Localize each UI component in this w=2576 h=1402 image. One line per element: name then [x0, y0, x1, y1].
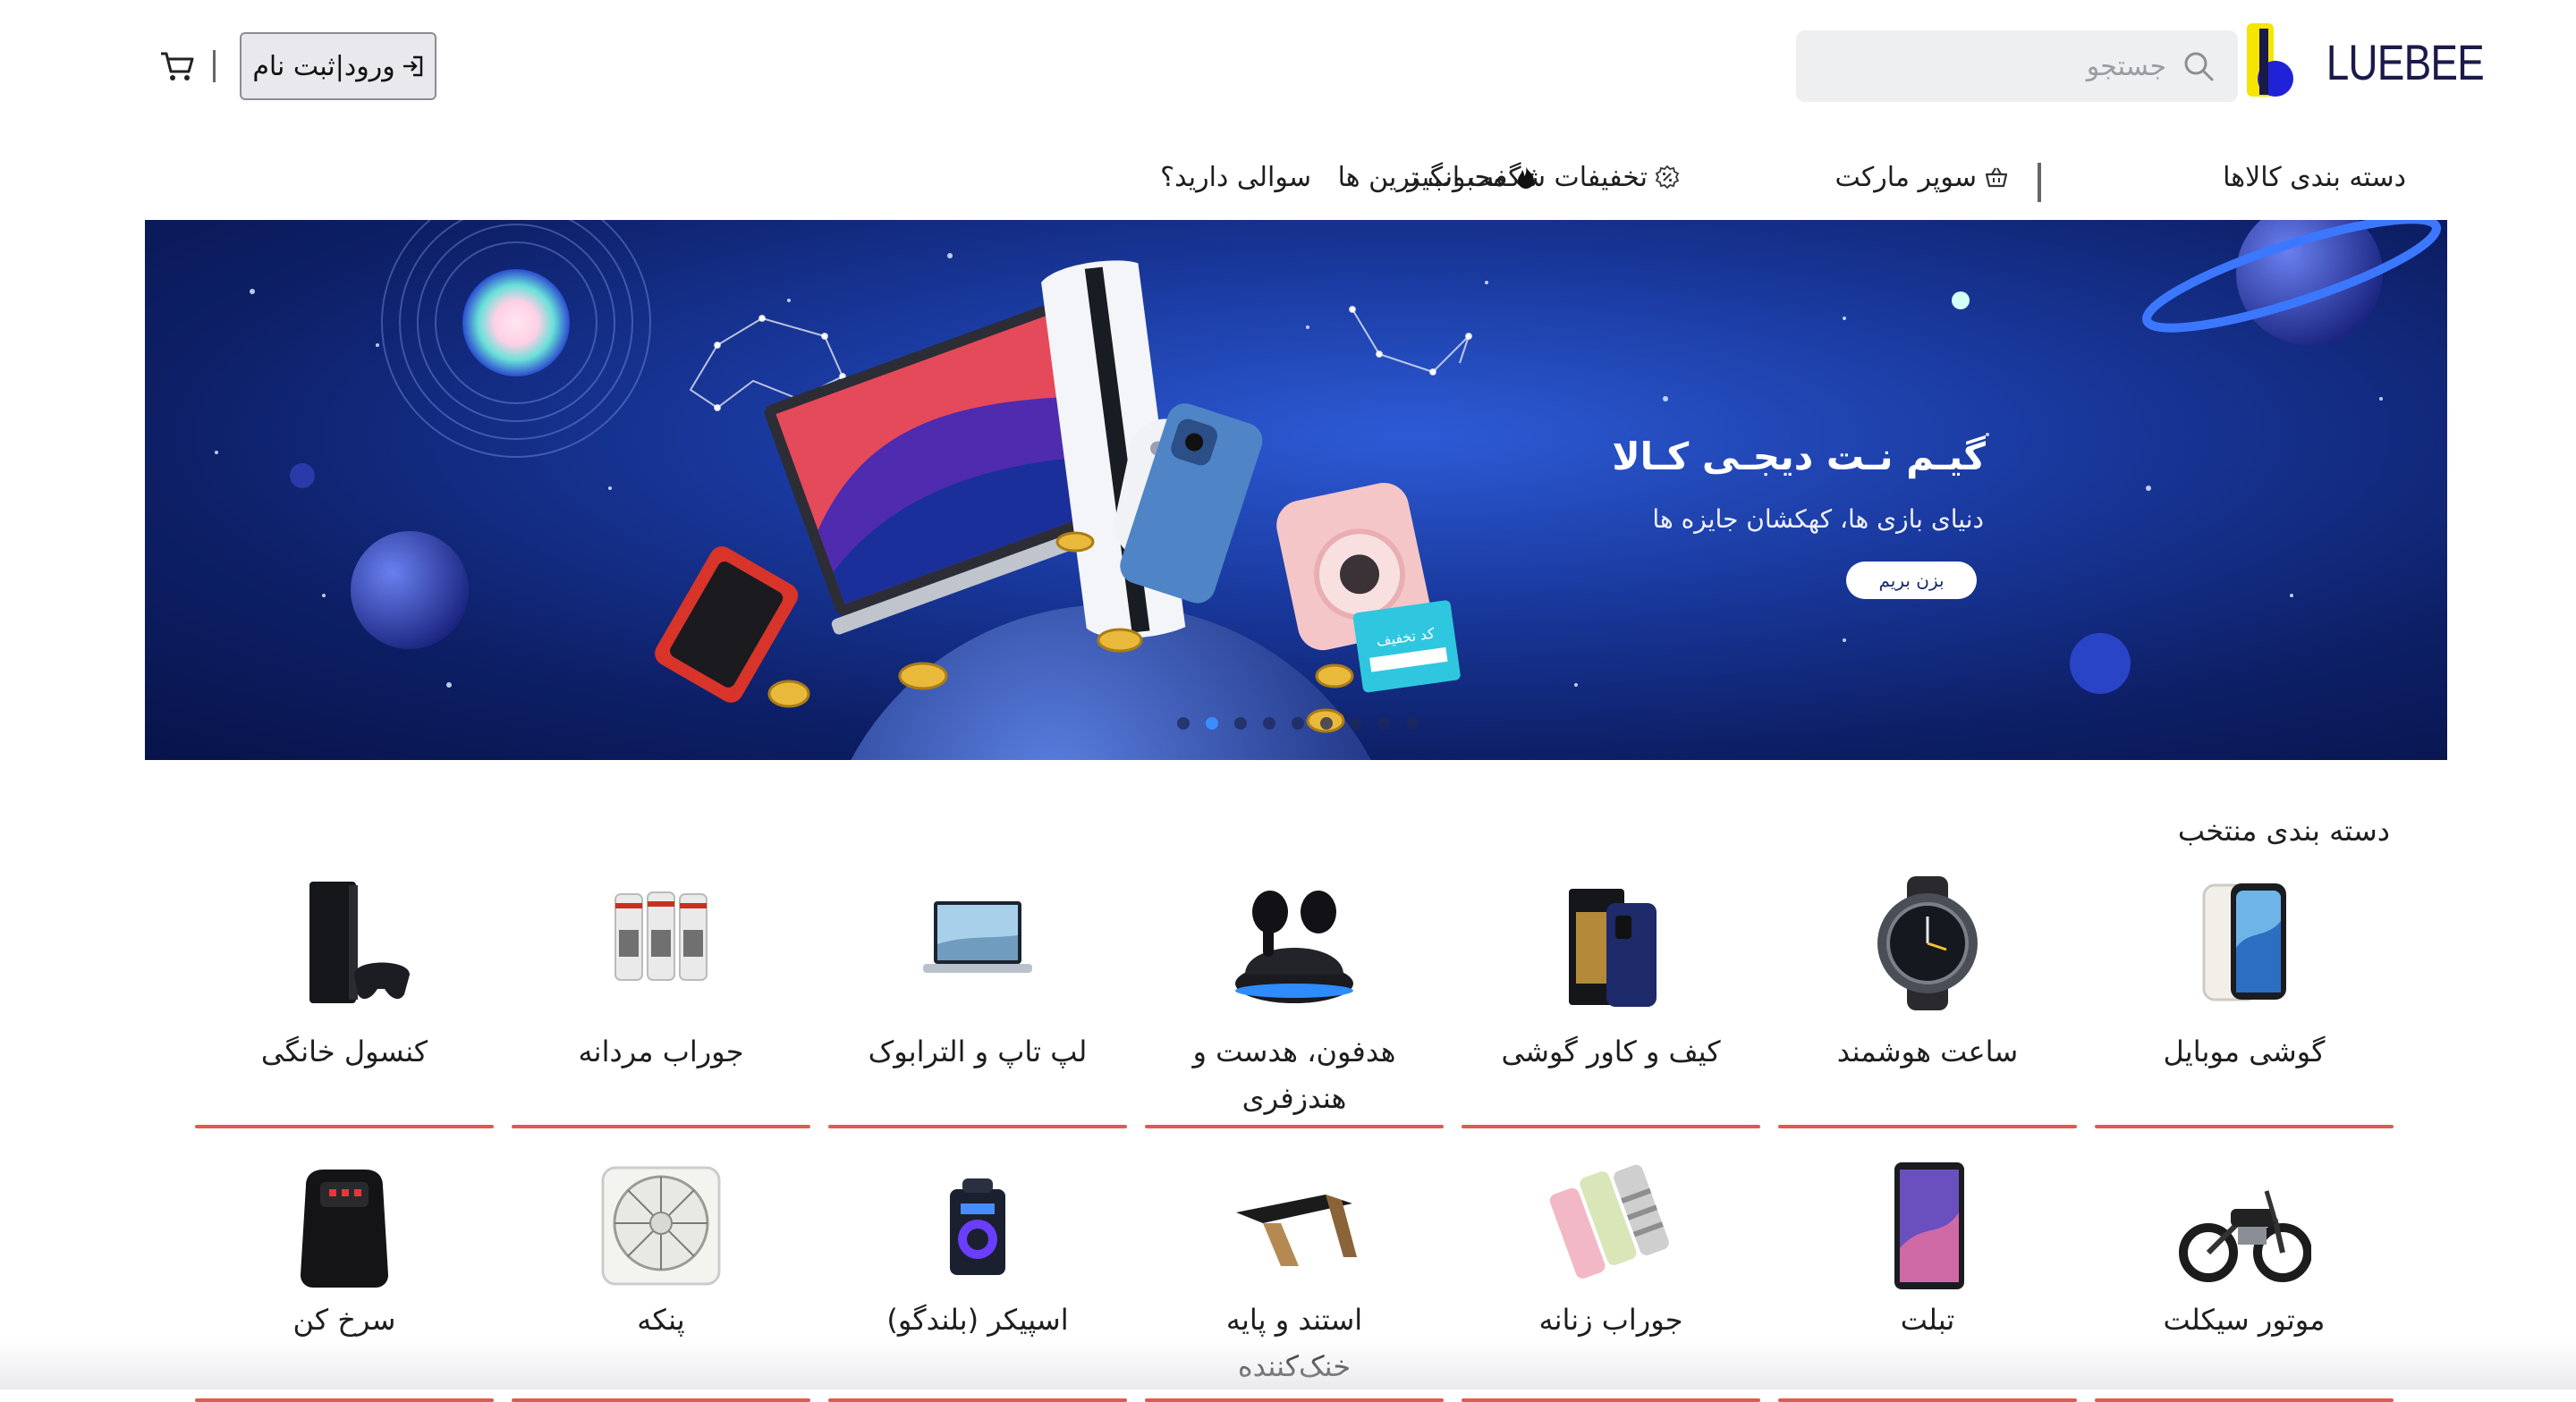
category-label: کیف و کاور گوشی	[1501, 1035, 1721, 1068]
header-divider	[213, 50, 216, 82]
carousel-dot[interactable]	[1177, 717, 1190, 730]
category-underline	[828, 1398, 1127, 1402]
category-underline	[1462, 1125, 1760, 1128]
nav-question-label: سوالی دارید؟	[1160, 161, 1311, 193]
phone-case-icon	[1569, 889, 1657, 1007]
game-console-icon	[309, 882, 410, 1003]
category-underline	[512, 1125, 810, 1128]
basket-icon	[1985, 167, 2008, 188]
carousel-dot[interactable]	[1349, 717, 1361, 730]
earbuds-icon	[1235, 891, 1353, 1003]
nav-popular-label: محبوب ترین ها	[1337, 161, 1506, 193]
category-underline	[1778, 1398, 2077, 1402]
search-icon	[2184, 52, 2214, 81]
cart-icon[interactable]	[159, 50, 195, 82]
category-underline	[1145, 1125, 1444, 1128]
nav-supermarket[interactable]: سوپر مارکت	[1835, 148, 2009, 206]
carousel-dot[interactable]	[1320, 717, 1333, 730]
discount-badge-icon	[1655, 165, 1680, 190]
login-register-label: ورود|ثبت نام	[252, 50, 395, 82]
carousel-dot[interactable]	[1377, 717, 1390, 730]
nav-question[interactable]: سوالی دارید؟	[1160, 148, 1311, 206]
category-underline	[195, 1125, 494, 1128]
login-icon	[402, 55, 422, 77]
mens-socks-icon	[614, 891, 708, 981]
search-box[interactable]	[1796, 30, 2238, 102]
site-header: LUEBEE ورود|ثبت نام	[0, 0, 2576, 134]
mobile-phone-icon	[2202, 883, 2286, 1001]
nav-supermarket-label: سوپر مارکت	[1835, 161, 1977, 193]
category-underline	[828, 1125, 1127, 1128]
nav-popular[interactable]: محبوب ترین ها	[1338, 148, 1538, 206]
carousel-dot[interactable]	[1292, 717, 1304, 730]
fan-icon	[601, 1166, 721, 1286]
carousel-dots	[1177, 717, 1419, 730]
carousel-dot[interactable]	[1206, 717, 1218, 730]
category-underline	[1462, 1398, 1760, 1402]
speaker-icon	[950, 1178, 1005, 1275]
category-label: استند و پایه خنک‌کننده	[1225, 1303, 1363, 1383]
laptop-icon	[923, 901, 1032, 973]
nav-categories[interactable]: دسته بندی کالاها	[2223, 148, 2406, 206]
category-label: تبلت	[1900, 1303, 1955, 1337]
category-label: جوراب مردانه	[578, 1035, 744, 1068]
hero-banner[interactable]: کد تخفیف گیـم نـت دیجـی کـالا دنیای بازی…	[145, 220, 2447, 760]
category-label: موتور سیکلت	[2163, 1303, 2326, 1337]
banner-cta-button[interactable]: بزن بریم	[1846, 562, 1977, 599]
category-underline	[1778, 1125, 2077, 1128]
category-label: کنسول خانگی	[260, 1035, 428, 1068]
category-underline	[1145, 1398, 1444, 1402]
category-label: اسپیکر (بلندگو)	[886, 1303, 1069, 1337]
laptop-stand-icon	[1236, 1195, 1357, 1266]
nav-categories-label: دسته بندی کالاها	[2223, 161, 2406, 193]
category-label: گوشی موبایل	[2163, 1035, 2326, 1068]
category-underline	[195, 1398, 494, 1402]
carousel-dot[interactable]	[1406, 717, 1419, 730]
carousel-dot[interactable]	[1234, 717, 1247, 730]
banner-artwork: کد تخفیف	[215, 220, 2441, 760]
smartwatch-icon	[1877, 876, 1978, 1010]
category-label: ساعت هوشمند	[1836, 1035, 2019, 1068]
category-label: هدفون، هدست و هندزفری	[1192, 1035, 1396, 1115]
category-label: پنکه	[637, 1303, 685, 1337]
category-label: جوراب زنانه	[1538, 1303, 1683, 1337]
category-underline	[512, 1398, 810, 1402]
category-underline	[2095, 1125, 2394, 1128]
womens-socks-icon	[1549, 1164, 1669, 1279]
carousel-dot[interactable]	[1263, 717, 1275, 730]
featured-categories-title: دسته بندی منتخب	[2177, 814, 2390, 848]
main-nav: دسته بندی کالاها سوپر مارکت تخفیفات شگفت…	[0, 148, 2576, 206]
login-register-button[interactable]: ورود|ثبت نام	[240, 32, 436, 100]
tablet-icon	[1894, 1162, 1964, 1289]
banner-subtitle: دنیای بازی ها، کهکشان جایزه ها	[1652, 504, 1984, 534]
logo-text: LUEBEE	[2326, 34, 2485, 90]
nav-divider	[2038, 163, 2041, 202]
air-fryer-icon	[301, 1170, 388, 1288]
category-label: سرخ کن	[292, 1303, 396, 1337]
fire-icon	[1518, 166, 1534, 189]
banner-title: گیـم نـت دیجـی کـالا	[1612, 435, 1986, 478]
search-input[interactable]	[1826, 30, 2166, 102]
category-label: لپ تاپ و الترابوک	[868, 1035, 1088, 1068]
category-underline	[2095, 1398, 2394, 1402]
motorcycle-icon	[2179, 1190, 2311, 1282]
